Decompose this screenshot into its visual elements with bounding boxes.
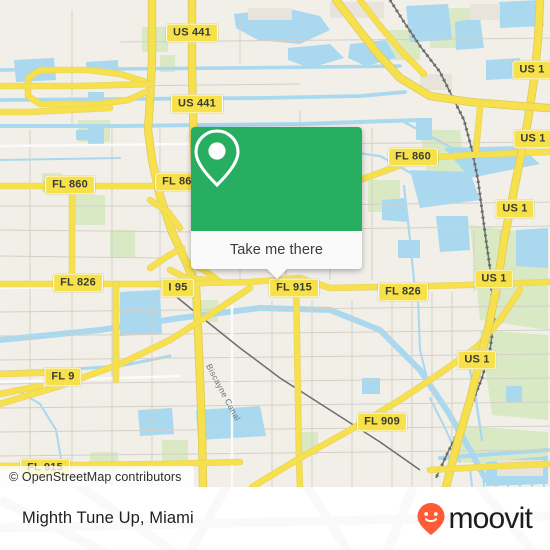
take-me-there-button[interactable]: Take me there xyxy=(191,231,362,279)
map-screenshot: .land{fill:#f2efe9} .grn{fill:#d9e9c4} .… xyxy=(0,0,550,550)
road-shield: US 1 xyxy=(474,269,514,289)
map-pin-icon xyxy=(194,129,240,188)
footer-bar: Mighth Tune Up, Miami moovit xyxy=(0,487,550,550)
road-shield: FL 826 xyxy=(378,282,428,302)
map-canvas[interactable]: .land{fill:#f2efe9} .grn{fill:#d9e9c4} .… xyxy=(0,0,550,487)
map-attribution[interactable]: © OpenStreetMap contributors xyxy=(0,466,194,487)
moovit-wordmark: moovit xyxy=(448,501,532,535)
road-shield: US 441 xyxy=(166,23,218,43)
road-shield: US 1 xyxy=(495,199,535,219)
road-shield: FL 860 xyxy=(388,147,438,167)
road-shield: US 441 xyxy=(171,94,223,114)
road-shield: FL 9 xyxy=(44,367,82,387)
road-shield: FL 860 xyxy=(45,175,95,195)
road-shield: US 1 xyxy=(513,129,550,149)
popup-pointer-tail xyxy=(265,268,288,279)
road-shield: US 1 xyxy=(457,350,497,370)
attribution-text: © OpenStreetMap contributors xyxy=(9,469,182,484)
road-shield: FL 826 xyxy=(53,273,103,293)
road-shield: FL 915 xyxy=(269,278,319,298)
road-shield: US 1 xyxy=(512,60,550,80)
popup-photo xyxy=(191,127,362,231)
place-title: Mighth Tune Up, Miami xyxy=(22,509,194,527)
road-shield: FL 909 xyxy=(357,412,407,432)
place-popup-card[interactable]: Take me there xyxy=(191,127,362,279)
moovit-smiley-pin-icon xyxy=(417,502,445,535)
moovit-brand[interactable]: moovit xyxy=(416,501,533,536)
take-me-there-label: Take me there xyxy=(229,242,324,258)
road-shield: I 95 xyxy=(161,278,195,298)
